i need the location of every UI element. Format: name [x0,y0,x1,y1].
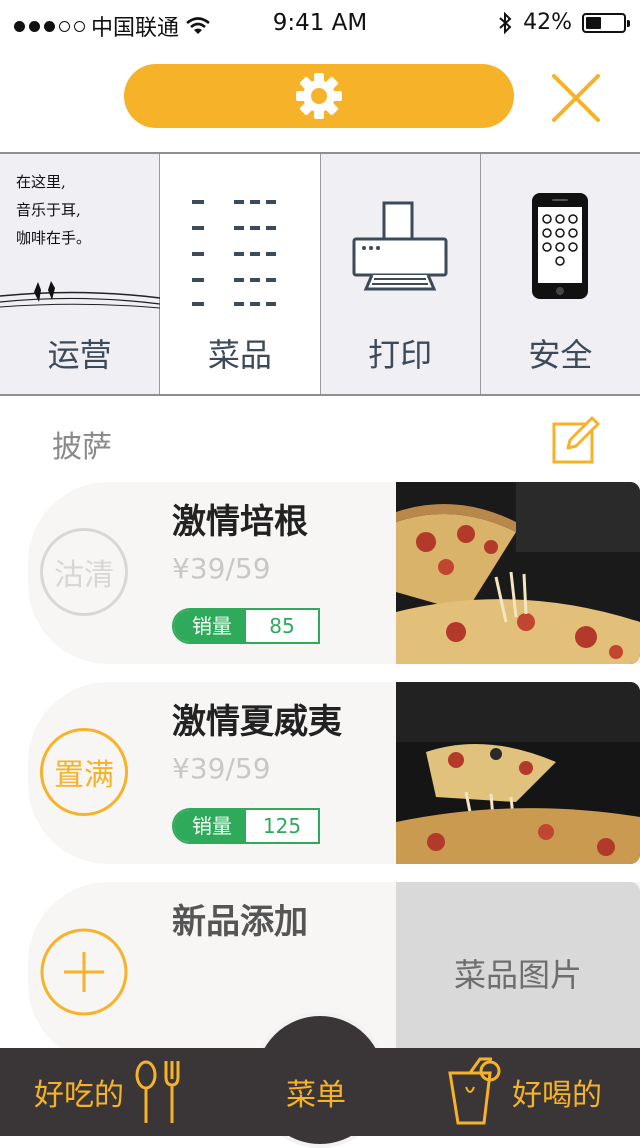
dish-image-placeholder[interactable]: 菜品图片 [396,882,640,1064]
sales-count: 85 [246,610,318,642]
section-title: 披萨 [52,430,112,465]
tab-security[interactable]: 安全 [480,154,640,394]
dish-price: ¥39/59 [172,752,271,785]
settings-button[interactable] [124,64,514,128]
phone-keypad-icon [532,193,589,299]
tab-label: 打印 [368,336,433,374]
sales-badge: 销量 85 [172,608,320,644]
battery-percent: 42% [523,10,572,35]
tab-label: 安全 [528,336,593,374]
close-icon[interactable] [550,72,602,124]
plus-icon[interactable] [40,928,128,1016]
sold-out-stamp[interactable]: 沽清 [40,528,128,616]
restock-stamp[interactable]: 置满 [40,728,128,816]
dish-price: ¥39/59 [172,552,271,585]
gear-icon [296,73,342,119]
battery-icon [582,12,630,33]
pizza-photo [396,682,640,864]
dish-photo[interactable] [396,682,640,864]
sales-count: 125 [246,810,318,842]
nav-menu[interactable]: 菜单 [286,1048,346,1136]
drink-icon [448,1057,501,1125]
list-icon [191,200,276,306]
birds-on-wire-icon [0,281,160,309]
pizza-photo [396,482,640,664]
tab-dishes[interactable]: 菜品 [160,154,321,394]
nav-food[interactable]: 好吃的 [34,1048,186,1136]
new-dish-title: 新品添加 [172,902,308,942]
tab-label: 运营 [47,336,112,374]
dish-photo[interactable] [396,482,640,664]
dish-card[interactable]: 沽清 激情培根 ¥39/59 销量 85 [28,482,640,664]
sales-label: 销量 [174,810,246,842]
sales-label: 销量 [174,610,246,642]
printer-icon [352,201,448,291]
dish-card[interactable]: 置满 激情夏威夷 ¥39/59 销量 125 [28,682,640,864]
nav-drinks[interactable]: 好喝的 [446,1048,602,1136]
bottom-nav: 好吃的 菜单 好喝的 [0,1048,640,1136]
dish-name: 激情培根 [172,502,308,542]
bluetooth-icon [499,11,512,34]
edit-icon[interactable] [552,414,602,464]
dish-name: 激情夏威夷 [172,702,342,742]
tab-label: 菜品 [207,336,272,374]
spoon-fork-icon [135,1060,180,1123]
tab-operations[interactable]: 在这里, 音乐于耳, 咖啡在手。 运营 [0,154,161,394]
sales-badge: 销量 125 [172,808,320,844]
status-bar: 中国联通 9:41 AM 42% [0,0,640,48]
category-tabs: 在这里, 音乐于耳, 咖啡在手。 运营 菜品 打印 安全 [0,152,640,396]
tab-print[interactable]: 打印 [320,154,481,394]
tab-poem: 在这里, 音乐于耳, 咖啡在手。 [16,173,92,247]
